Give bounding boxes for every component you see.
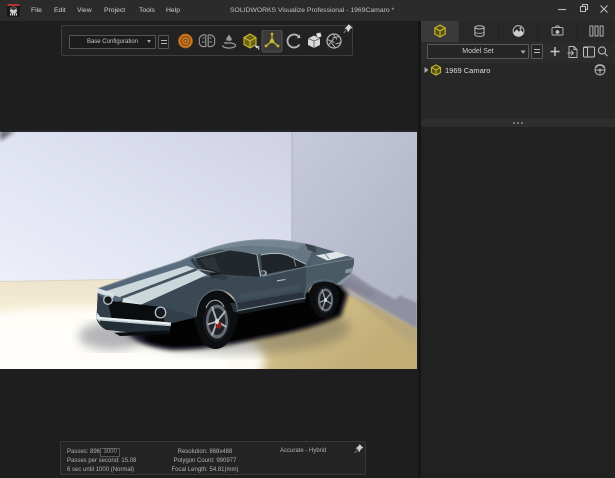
svg-text:1969 Camaro: 1969 Camaro bbox=[445, 66, 490, 75]
